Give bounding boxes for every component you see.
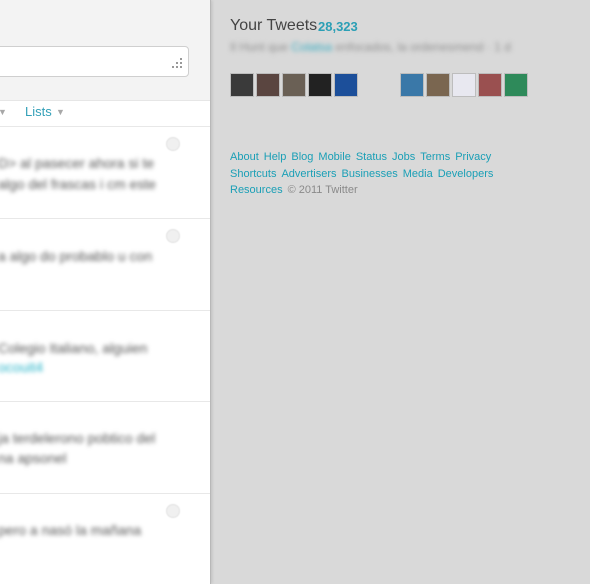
- footer-link-shortcuts[interactable]: Shortcuts: [230, 168, 276, 180]
- footer-link-help[interactable]: Help: [264, 151, 287, 163]
- latest-tweet-text: enfocados, la ordenesmend · 1 d: [335, 40, 511, 54]
- user-avatar-8-icon[interactable]: [452, 73, 476, 97]
- tweet-text: pero a nasó la mañana: [0, 522, 142, 538]
- timeline-column: ▼ Lists ▼ D> al pasecer ahora si te algo…: [0, 0, 211, 584]
- footer-link-terms[interactable]: Terms: [420, 151, 450, 163]
- tweet-text: ja terdelerono pobtico del: [0, 430, 156, 446]
- tweet-text: a algo do probablo u con: [0, 248, 153, 264]
- footer-link-privacy[interactable]: Privacy: [455, 151, 491, 163]
- tweet-text: Colegio Italiano, alguien: [0, 340, 148, 356]
- latest-tweet-text: Il Hunt que: [230, 40, 289, 54]
- timeline-tabs: ▼ Lists ▼: [0, 104, 210, 122]
- user-avatar-9-icon[interactable]: [478, 73, 502, 97]
- footer-link-jobs[interactable]: Jobs: [392, 151, 415, 163]
- tweet-item[interactable]: a algo do probablo u con: [0, 218, 210, 310]
- following-avatars: [230, 73, 550, 97]
- user-avatar-1-icon[interactable]: [230, 73, 254, 97]
- user-avatar-7-icon[interactable]: [426, 73, 450, 97]
- tweet-link[interactable]: ocouit4: [0, 359, 43, 375]
- timeline-header: [0, 0, 210, 101]
- footer-link-status[interactable]: Status: [356, 151, 387, 163]
- tweet-text: algo del frascas i cm este: [0, 176, 156, 192]
- footer-link-developers[interactable]: Developers: [438, 168, 494, 180]
- tweet-item[interactable]: Colegio Italiano, alguien ocouit4: [0, 310, 210, 401]
- user-avatar-6-icon[interactable]: [400, 73, 424, 97]
- user-avatar-2-icon[interactable]: [256, 73, 280, 97]
- tweet-item[interactable]: D> al pasecer ahora si te algo del frasc…: [0, 126, 210, 218]
- your-tweets-heading[interactable]: Your Tweets: [230, 17, 317, 35]
- chevron-down-icon[interactable]: ▼: [56, 107, 65, 117]
- tweet-item[interactable]: ja terdelerono pobtico del na apsonel: [0, 401, 210, 493]
- user-avatar-5-icon[interactable]: [334, 73, 358, 97]
- footer-links: About Help Blog Mobile Status Jobs Terms Privac…: [230, 149, 530, 199]
- footer-link-resources[interactable]: Resources: [230, 184, 283, 196]
- tweet-text: na apsonel: [0, 450, 67, 466]
- footer-link-advertisers[interactable]: Advertisers: [281, 168, 336, 180]
- user-avatar-3-icon[interactable]: [282, 73, 306, 97]
- resize-grip-icon: [172, 58, 182, 68]
- latest-tweet: Il Hunt que Colatsa enfocados, la ordene…: [230, 40, 511, 54]
- user-avatar-10-icon[interactable]: [504, 73, 528, 97]
- tweet-count[interactable]: 28,323: [318, 19, 358, 34]
- footer-link-about[interactable]: About: [230, 151, 259, 163]
- search-input[interactable]: [0, 46, 189, 77]
- footer-link-mobile[interactable]: Mobile: [318, 151, 350, 163]
- footer-link-media[interactable]: Media: [403, 168, 433, 180]
- favorite-icon[interactable]: [166, 137, 180, 151]
- copyright: © 2011 Twitter: [287, 184, 358, 196]
- tweet-item[interactable]: pero a nasó la mañana: [0, 493, 210, 584]
- tab-lists[interactable]: Lists: [25, 104, 52, 119]
- favorite-icon[interactable]: [166, 229, 180, 243]
- footer-link-blog[interactable]: Blog: [291, 151, 313, 163]
- chevron-down-icon[interactable]: ▼: [0, 107, 7, 117]
- latest-tweet-link[interactable]: Colatsa: [291, 40, 332, 54]
- footer-link-businesses[interactable]: Businesses: [342, 168, 398, 180]
- user-avatar-4-icon[interactable]: [308, 73, 332, 97]
- favorite-icon[interactable]: [166, 504, 180, 518]
- tweet-text: D> al pasecer ahora si te: [0, 155, 155, 171]
